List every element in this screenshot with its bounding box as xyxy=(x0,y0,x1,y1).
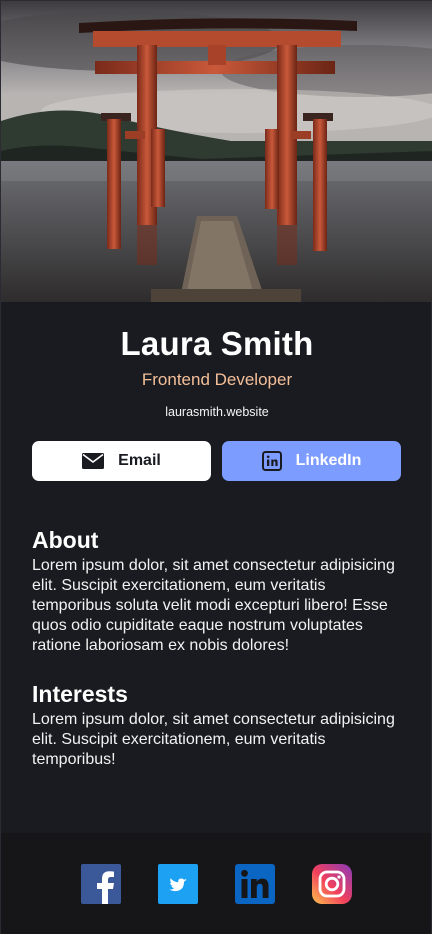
email-button-label: Email xyxy=(118,452,161,469)
facebook-icon[interactable] xyxy=(80,863,121,904)
about-text: Lorem ipsum dolor, sit amet consectetur … xyxy=(32,557,395,654)
linkedin-button[interactable]: LinkedIn xyxy=(222,441,401,481)
instagram-icon[interactable] xyxy=(311,863,352,904)
hero-image xyxy=(1,1,432,302)
about-heading: About xyxy=(32,527,99,553)
linkedin-icon[interactable] xyxy=(234,863,275,904)
social-footer xyxy=(1,833,431,934)
profile-name: Laura Smith xyxy=(120,325,314,362)
twitter-icon[interactable] xyxy=(157,863,198,904)
profile-role: Frontend Developer xyxy=(141,370,293,389)
envelope-icon xyxy=(82,453,105,469)
profile-website-link[interactable]: laurasmith.website xyxy=(1,405,432,419)
interests-text: Lorem ipsum dolor, sit amet consectetur … xyxy=(32,711,395,768)
interests-heading: Interests xyxy=(32,681,128,707)
linkedin-icon xyxy=(261,451,282,471)
profile-card: Laura Smith Frontend Developer laurasmit… xyxy=(0,0,432,934)
email-button[interactable]: Email xyxy=(32,441,211,481)
linkedin-button-label: LinkedIn xyxy=(295,452,362,469)
